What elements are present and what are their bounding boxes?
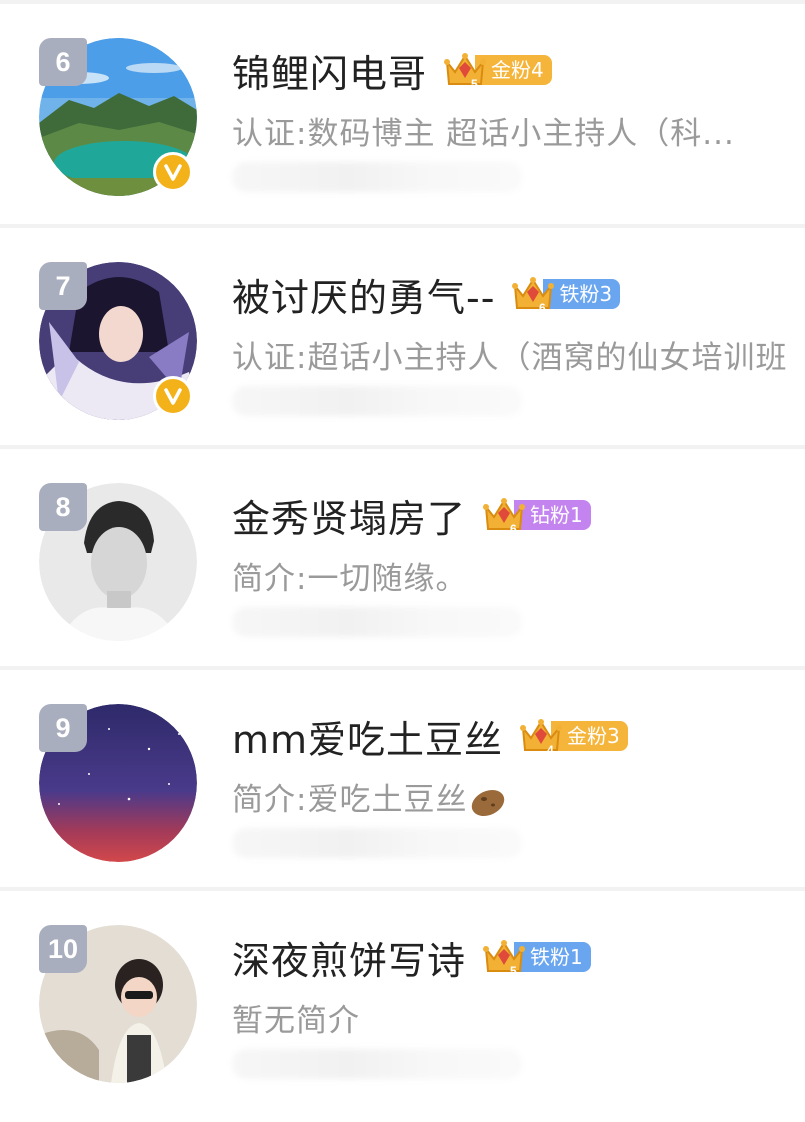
user-name[interactable]: mm爱吃土豆丝 xyxy=(232,709,503,764)
blurred-content xyxy=(232,828,522,858)
avatar-container[interactable]: 9 xyxy=(39,704,197,862)
verified-badge-icon xyxy=(153,376,193,416)
list-item[interactable]: 10 深夜煎饼写诗 5 铁粉1 暂无简介 xyxy=(0,891,805,1112)
blurred-content xyxy=(232,162,522,192)
blurred-content xyxy=(232,607,522,637)
blurred-content xyxy=(232,1049,522,1079)
list-item[interactable]: 7 被讨厌的勇气-- 6 铁粉3 认证:超话小主持人（酒窝的仙女培训班 xyxy=(0,228,805,449)
fan-level-badge: 6 钻粉1 xyxy=(480,497,591,536)
crown-icon: 5 xyxy=(483,940,526,978)
user-name[interactable]: 深夜煎饼写诗 xyxy=(232,930,466,985)
svg-text:5: 5 xyxy=(510,964,517,978)
user-description: 简介:一切随缘。 xyxy=(232,561,468,597)
avatar-container[interactable]: 7 xyxy=(39,262,197,420)
user-description: 认证:超话小主持人（酒窝的仙女培训班 xyxy=(232,340,788,376)
fan-ranking-list: 6 锦鲤闪电哥 5 金粉4 认证:数码博主 超话小主持人（科... 7 被讨厌的… xyxy=(0,4,805,1112)
svg-text:6: 6 xyxy=(539,301,546,315)
potato-icon xyxy=(472,789,505,816)
fan-level-badge: 6 铁粉3 xyxy=(509,276,621,315)
avatar-container[interactable]: 10 xyxy=(39,925,197,1083)
user-name[interactable]: 锦鲤闪电哥 xyxy=(232,43,427,98)
user-description: 简介:爱吃土豆丝 xyxy=(232,774,805,819)
rank-badge: 6 xyxy=(39,38,87,86)
fan-level-badge: 4 金粉3 xyxy=(517,718,628,757)
list-item[interactable]: 9 mm爱吃土豆丝 4 金粉3 简介:爱吃土豆丝 xyxy=(0,670,805,891)
crown-icon: 6 xyxy=(483,498,526,536)
rank-badge: 9 xyxy=(39,704,87,752)
blurred-content xyxy=(232,386,522,416)
svg-text:5: 5 xyxy=(471,77,478,91)
user-name[interactable]: 金秀贤塌房了 xyxy=(232,488,466,543)
rank-badge: 10 xyxy=(39,925,87,973)
user-description: 认证:数码博主 超话小主持人（科... xyxy=(232,116,735,152)
user-description: 暂无简介 xyxy=(232,1003,360,1039)
fan-level-badge: 5 铁粉1 xyxy=(480,939,591,978)
rank-badge: 7 xyxy=(39,262,87,310)
rank-badge: 8 xyxy=(39,483,87,531)
crown-icon: 4 xyxy=(520,719,563,757)
crown-icon: 5 xyxy=(444,53,487,91)
user-name[interactable]: 被讨厌的勇气-- xyxy=(232,267,495,322)
verified-badge-icon xyxy=(153,152,193,192)
avatar-container[interactable]: 8 xyxy=(39,483,197,641)
svg-text:6: 6 xyxy=(510,522,517,536)
list-item[interactable]: 8 金秀贤塌房了 6 钻粉1 简介:一切随缘。 xyxy=(0,449,805,670)
list-item[interactable]: 6 锦鲤闪电哥 5 金粉4 认证:数码博主 超话小主持人（科... xyxy=(0,4,805,228)
avatar-container[interactable]: 6 xyxy=(39,38,197,196)
svg-text:4: 4 xyxy=(547,743,554,757)
crown-icon: 6 xyxy=(512,277,555,315)
fan-level-badge: 5 金粉4 xyxy=(441,52,552,91)
